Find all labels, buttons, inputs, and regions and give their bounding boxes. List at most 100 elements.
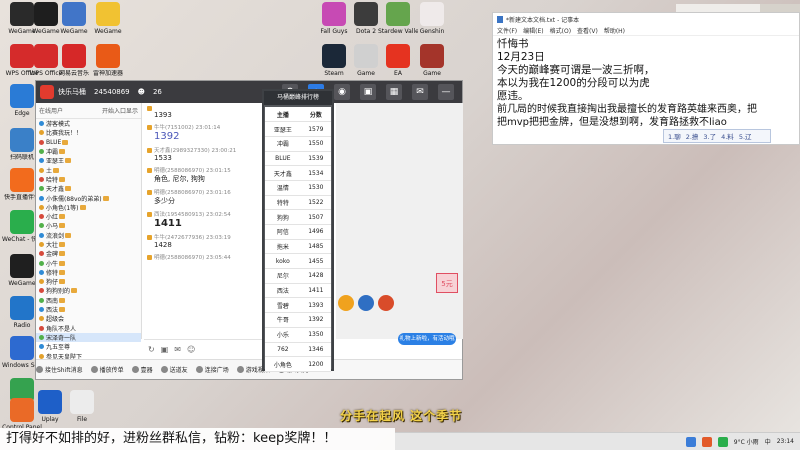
user-list-item[interactable]: 宋泽奇一队 [36,332,141,343]
user-list-item[interactable]: 小红 [36,212,141,221]
notepad-line: 本以为我在1200的分段可以为虎 [497,77,650,89]
desktop-icon[interactable]: WeGame [88,2,128,35]
user-level-icon [39,139,44,145]
app-icon [10,254,34,278]
leaderboard-title: 马桶巅峰排行榜 [264,91,332,105]
desktop-icon[interactable]: Genshin [412,2,452,35]
user-list-item[interactable]: 天才鑫 [36,184,141,193]
toolbar-button[interactable]: 接住Shift消息 [36,365,83,374]
user-list-title: 在线用户 [39,108,64,115]
user-list-item[interactable]: 小马 [36,221,141,230]
grid-icon[interactable]: ▦ [386,84,402,100]
user-list-item[interactable]: 哈特 [36,175,141,184]
user-list-item[interactable]: 修特 [36,268,141,277]
emoji-icon[interactable]: ☺ [187,345,195,354]
ime-candidate[interactable]: 2.撩 [686,131,699,141]
leaderboard-streamer: koko [265,253,301,270]
taskbar-app-icon[interactable] [717,436,728,447]
weather-status[interactable]: 9°C 小雨 [734,437,759,446]
red-envelope-icon[interactable]: 5元 [436,273,458,293]
app-title: 快乐马桶 [58,88,86,96]
user-list-item[interactable]: 比赛我玩！！ [36,128,141,137]
menu-help[interactable]: 帮助(H) [604,26,625,35]
toolbar-button[interactable]: 壹器 [131,365,153,374]
toolbar-button[interactable]: 连接广场 [195,365,229,374]
menu-file[interactable]: 文件(F) [497,26,517,35]
app-icon [386,2,410,26]
desktop-icon[interactable]: 雷神加速器 [88,44,128,77]
ime-candidate-bar[interactable]: 1.聊 2.撩 3.了 4.料 5.辽 [663,129,771,143]
user-name: 金碑 [46,251,59,259]
ime-candidate[interactable]: 5.辽 [739,131,752,141]
refresh-icon[interactable]: ↻ [148,345,155,354]
user-list-item[interactable]: 超级会 [36,314,141,323]
gift-icon[interactable] [358,295,374,311]
app-icon [354,2,378,26]
leaderboard-streamer: 小乐 [265,327,301,343]
leaderboard-score: 1496 [300,224,331,240]
sender-badge-icon [147,167,152,173]
leaderboard-streamer: 西法 [265,283,301,299]
ime-indicator[interactable]: 中 [765,437,771,446]
activity-notice[interactable]: 礼物上新啦，有活动哦 [398,333,456,345]
ime-candidate[interactable]: 1.聊 [668,131,681,141]
live-stream-app-window[interactable]: 快乐马桶 24540869 ☻ 26 ⚙ ⌂ ◉ ▣ ▦ ✉ — 在线用户 开始… [35,80,463,380]
badge-icon [65,232,72,238]
toolbar-button[interactable]: 播放传单 [90,365,124,374]
user-list-item[interactable]: 小角色(1等) [36,203,141,212]
menu-format[interactable]: 格式(O) [550,26,571,35]
user-list-item[interactable]: 大壮 [36,240,141,249]
leaderboard-row: 阿信 1496 [265,224,331,240]
user-name: 角队不是人 [46,325,77,333]
user-list-item[interactable]: 西法 [36,305,141,314]
user-list-item[interactable]: 土 [36,165,141,175]
gift-icon[interactable] [378,295,394,311]
image-icon[interactable]: ▣ [161,345,169,354]
taskbar-app-icon[interactable] [685,436,696,447]
user-level-icon [39,167,44,173]
chat-text: 1392 [154,131,180,142]
leaderboard-score: 1350 [300,327,331,343]
user-list-item[interactable]: 小侏儒(88vo的弟弟) [36,193,141,203]
notepad-text-area[interactable]: 忏悔书 12月23日 今天的巅峰赛可谓是一波三折啊， 本以为我在1200的分段可… [493,36,799,131]
notepad-window[interactable]: *新建文本文档.txt - 记事本 文件(F) 编辑(E) 格式(O) 查看(V… [492,12,800,145]
chat-icon[interactable]: ✉ [412,84,428,100]
user-name: 宋泽奇一队 [46,334,77,342]
user-list-item[interactable]: 冲霸 [36,147,141,156]
taskbar-app-icon[interactable] [701,436,712,447]
gift-icon[interactable] [338,295,354,311]
user-list-item[interactable]: 金碑 [36,249,141,258]
user-list-header: 在线用户 开始入口显示 [36,103,141,119]
menu-view[interactable]: 查看(V) [577,26,598,35]
clock[interactable]: 23:14 [777,438,794,445]
menu-edit[interactable]: 编辑(E) [523,26,543,35]
gamepad-icon[interactable]: ◉ [334,84,350,100]
mail-icon[interactable]: ✉ [174,345,181,354]
user-name: 土 [46,167,53,175]
user-list-item[interactable]: 九五至尊 [36,342,141,351]
app-icon [386,44,410,68]
user-list-item[interactable]: 小牛 [36,258,141,268]
ime-candidate[interactable]: 3.了 [703,131,716,141]
user-list-item[interactable]: 流浪剑 [36,231,141,240]
desktop-icon[interactable]: Game [412,44,452,77]
user-list-item[interactable]: 游客模式 [36,119,141,128]
leaderboard-score: 1411 [300,283,331,299]
user-list-item[interactable]: 亚瑟王 [36,156,141,165]
user-list-item[interactable]: 狗仔 [36,277,141,286]
leaderboard-score: 1346 [300,342,331,358]
video-preview: 礼物上新啦，有活动哦 5元 [336,103,463,345]
folder-icon[interactable]: ▣ [360,84,376,100]
leaderboard-row: 762 1346 [265,342,331,358]
leaderboard-streamer: 牛哥 [265,312,301,328]
desktop-icon[interactable]: File [62,390,102,423]
toolbar-button[interactable]: 送道友 [160,365,188,374]
minimize-icon[interactable]: — [438,84,454,100]
user-list-item[interactable]: BLUE [36,138,141,147]
user-list-item[interactable]: 西南 [36,296,141,305]
toolbar-icon [131,366,139,373]
user-list-item[interactable]: 角队不是人 [36,324,141,333]
chat-sender-name: 牛牛(7151002) 23:01:14 [154,125,221,131]
user-list-item[interactable]: 狗狗别的 [36,286,141,295]
ime-candidate[interactable]: 4.料 [721,131,734,141]
